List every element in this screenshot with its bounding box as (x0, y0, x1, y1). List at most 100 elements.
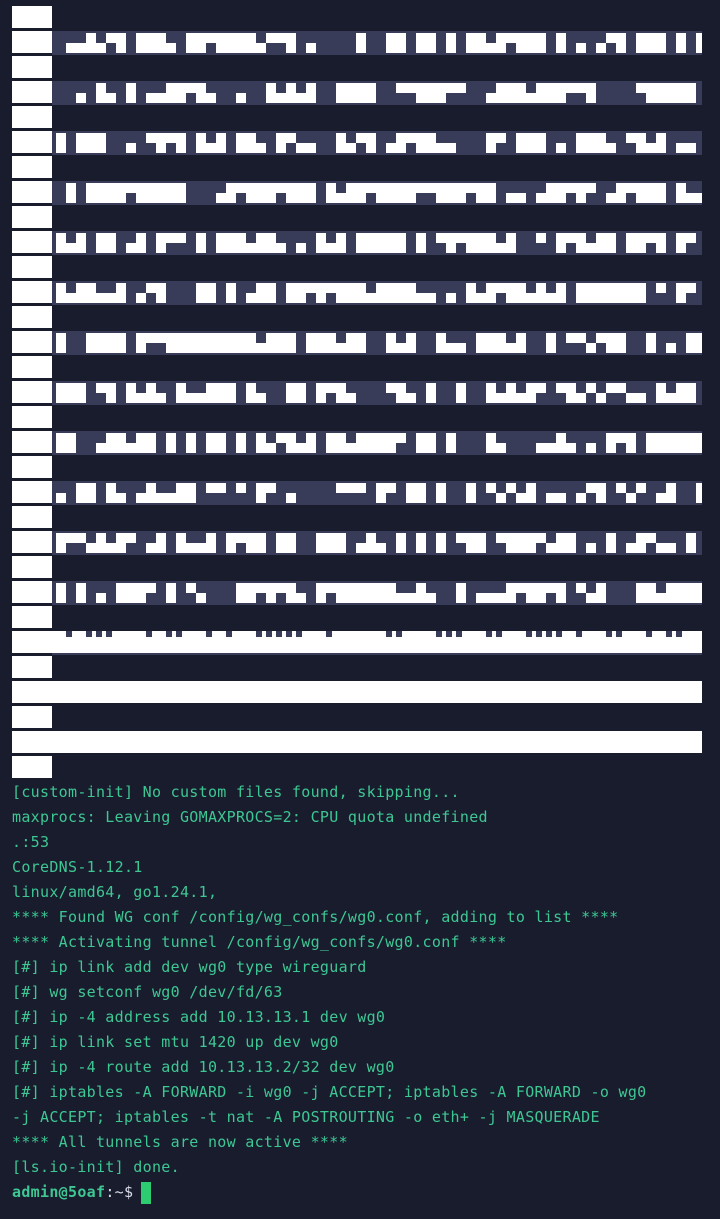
qr-module (276, 93, 286, 103)
qr-module (236, 583, 246, 603)
qr-module (646, 333, 656, 353)
qr-module (256, 433, 266, 453)
qr-module (636, 283, 646, 303)
qr-module (666, 433, 676, 453)
qr-module (266, 33, 276, 43)
qr-module (116, 493, 126, 503)
qr-module (206, 283, 216, 303)
qr-module (56, 583, 66, 603)
qr-module (426, 183, 436, 193)
qr-module (126, 83, 136, 103)
qr-module (86, 333, 96, 353)
qr-module (136, 393, 146, 403)
qr-module (436, 483, 446, 503)
prompt-line[interactable]: admin@5oaf: ~ $ (12, 1180, 152, 1205)
qr-module (266, 443, 276, 453)
qr-module (516, 133, 526, 153)
qr-module (556, 283, 566, 303)
qr-module (276, 333, 286, 353)
qr-module (156, 283, 166, 303)
qr-module (86, 33, 96, 53)
qr-module (586, 183, 596, 193)
qr-module (136, 233, 146, 253)
qr-notch (436, 631, 442, 637)
qr-module (176, 483, 186, 503)
qr-module (286, 533, 296, 553)
qr-module (456, 583, 466, 603)
qr-module (416, 293, 426, 303)
qr-module (336, 533, 346, 553)
qr-module (426, 83, 436, 103)
terminal-window[interactable]: [custom-init] No custom files found, ski… (0, 0, 720, 1219)
log-line: [#] iptables -A FORWARD -i wg0 -j ACCEPT… (12, 1083, 647, 1101)
qr-module (226, 383, 236, 403)
qr-module (466, 283, 476, 303)
qr-module (586, 543, 596, 553)
qr-notch (616, 631, 622, 637)
qr-module (296, 593, 306, 603)
qr-module (456, 343, 466, 353)
qr-module (216, 383, 226, 403)
qr-module (506, 83, 516, 103)
qr-module (406, 83, 416, 93)
qr-module (396, 133, 406, 153)
qr-module (566, 533, 576, 553)
qr-module (396, 593, 406, 603)
qr-module (206, 333, 216, 353)
qr-module (446, 343, 456, 353)
qr-module (266, 183, 276, 203)
qr-module (86, 483, 96, 503)
qr-module (496, 333, 506, 353)
qr-module (236, 333, 246, 353)
qr-module (196, 543, 206, 553)
qr-module (526, 383, 536, 403)
qr-module (576, 233, 586, 253)
qr-module (696, 33, 702, 53)
qr-module (256, 583, 266, 593)
qr-module (376, 543, 386, 553)
qr-module (576, 83, 586, 93)
qr-module (286, 333, 296, 353)
qr-module (156, 133, 166, 153)
qr-module (346, 443, 356, 453)
qr-module (446, 33, 456, 53)
qr-module (186, 333, 196, 353)
log-line: [#] ip -4 address add 10.13.13.1 dev wg0 (12, 1008, 386, 1026)
qr-module (546, 183, 556, 203)
qr-module (556, 433, 566, 453)
qr-module (136, 493, 146, 503)
qr-left-block (12, 256, 52, 278)
qr-module (556, 493, 566, 503)
qr-module (616, 333, 626, 353)
qr-module (676, 233, 686, 253)
qr-module (466, 483, 476, 503)
qr-module (216, 433, 226, 453)
qr-notch (676, 631, 682, 637)
qr-module (516, 283, 526, 303)
qr-module (246, 183, 256, 203)
qr-module (296, 143, 306, 153)
qr-module (126, 443, 136, 453)
qr-module (506, 193, 516, 203)
qr-module (226, 183, 236, 203)
qr-module (206, 143, 216, 153)
qr-module (166, 333, 176, 353)
prompt-symbol: $ (124, 1183, 134, 1201)
qr-module (96, 333, 106, 353)
qr-notch (546, 631, 552, 637)
qr-module (96, 383, 106, 393)
qr-module (526, 133, 536, 153)
qr-module (256, 143, 266, 153)
qr-module (216, 193, 226, 203)
qr-module (246, 333, 256, 353)
qr-module (616, 483, 626, 493)
qr-module (546, 493, 556, 503)
text-cursor[interactable] (141, 1181, 152, 1204)
qr-module (516, 493, 526, 503)
qr-module (316, 233, 326, 253)
qr-notch (296, 631, 302, 637)
qr-module (656, 83, 666, 103)
qr-module (346, 283, 356, 303)
qr-module (516, 83, 526, 103)
qr-module (136, 33, 146, 53)
